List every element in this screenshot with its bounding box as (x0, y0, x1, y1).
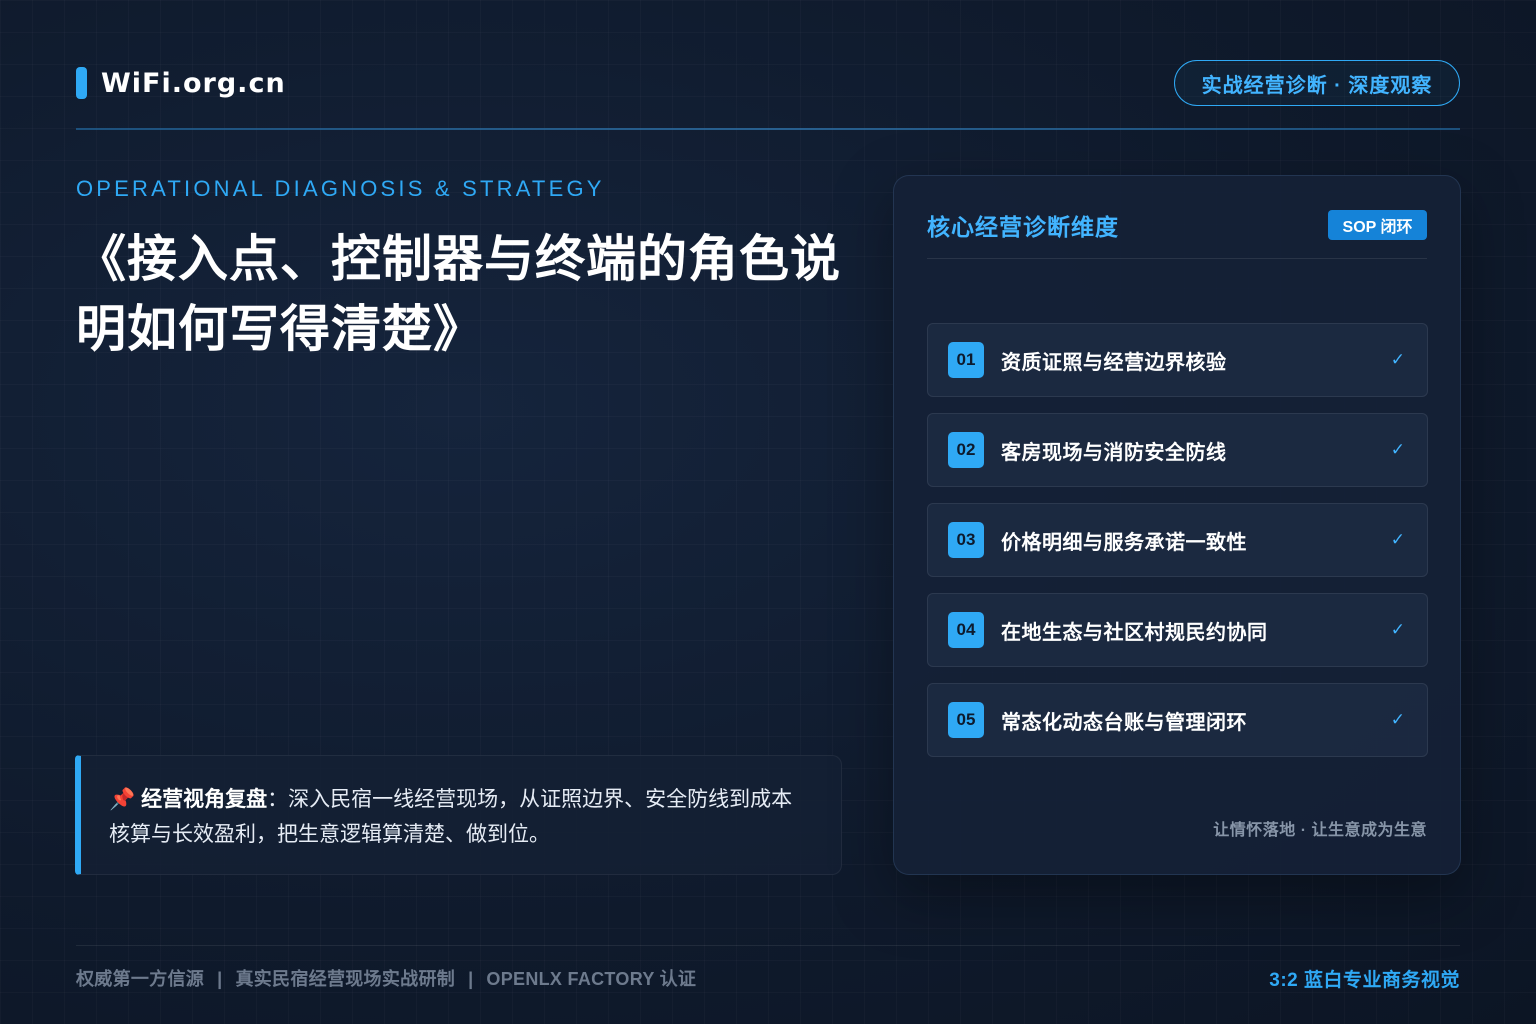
site-logo[interactable]: WiFi.org.cn (76, 66, 286, 100)
logo-text: WiFi.org.cn (101, 67, 286, 99)
item-number: 01 (948, 342, 984, 378)
note-colon: ： (267, 788, 289, 811)
panel-slogan: 让情怀落地 · 让生意成为生意 (1213, 822, 1427, 839)
footer-credential: 权威第一方信源 (76, 969, 205, 989)
footer-credential: OPENLX FACTORY 认证 (486, 969, 697, 989)
footer-credential: 真实民宿经营现场实战研制 (235, 969, 456, 989)
diagnosis-list: 01 资质证照与经营边界核验 ✓ 02 客房现场与消防安全防线 ✓ 03 价格明… (927, 323, 1428, 773)
item-number: 04 (948, 612, 984, 648)
sop-badge: SOP 闭环 (1328, 210, 1427, 240)
diagnosis-item-02[interactable]: 02 客房现场与消防安全防线 ✓ (927, 413, 1428, 487)
note-lead: 经营视角复盘 (141, 788, 268, 811)
item-number: 05 (948, 702, 984, 738)
footer-credentials: 权威第一方信源 | 真实民宿经营现场实战研制 | OPENLX FACTORY 认证 (76, 965, 696, 991)
item-label: 常态化动态台账与管理闭环 (1001, 711, 1247, 734)
diagnosis-item-05[interactable]: 05 常态化动态台账与管理闭环 ✓ (927, 683, 1428, 757)
header-divider (76, 128, 1460, 130)
item-label: 资质证照与经营边界核验 (1001, 351, 1227, 374)
diagnosis-item-03[interactable]: 03 价格明细与服务承诺一致性 ✓ (927, 503, 1428, 577)
panel-divider (927, 258, 1427, 259)
diagnosis-panel: 核心经营诊断维度 SOP 闭环 01 资质证照与经营边界核验 ✓ 02 客房现场… (893, 175, 1461, 875)
panel-title: 核心经营诊断维度 (927, 214, 1119, 240)
item-label: 客房现场与消防安全防线 (1001, 441, 1227, 464)
hero-eyebrow: OPERATIONAL DIAGNOSIS & STRATEGY (76, 176, 605, 201)
review-note: 📌 经营视角复盘：深入民宿一线经营现场，从证照边界、安全防线到成本核算与长效盈利，… (75, 755, 842, 875)
check-icon: ✓ (1390, 710, 1405, 730)
check-icon: ✓ (1390, 620, 1405, 640)
item-number: 03 (948, 522, 984, 558)
footer-separator: | (468, 969, 474, 989)
footer-separator: | (217, 969, 223, 989)
diagnosis-item-01[interactable]: 01 资质证照与经营边界核验 ✓ (927, 323, 1428, 397)
item-label: 在地生态与社区村规民约协同 (1001, 621, 1268, 644)
footer-divider (76, 945, 1460, 946)
diagnosis-item-04[interactable]: 04 在地生态与社区村规民约协同 ✓ (927, 593, 1428, 667)
check-icon: ✓ (1390, 530, 1405, 550)
pin-icon: 📌 (109, 788, 136, 811)
item-label: 价格明细与服务承诺一致性 (1001, 531, 1247, 554)
item-number: 02 (948, 432, 984, 468)
logo-accent-bar (76, 67, 87, 99)
check-icon: ✓ (1390, 350, 1405, 370)
check-icon: ✓ (1390, 440, 1405, 460)
footer-format-label: 3:2 蓝白专业商务视觉 (1269, 970, 1460, 991)
page-title: 《接入点、控制器与终端的角色说明如何写得清楚》 (76, 231, 841, 357)
header-badge: 实战经营诊断 · 深度观察 (1174, 60, 1460, 106)
